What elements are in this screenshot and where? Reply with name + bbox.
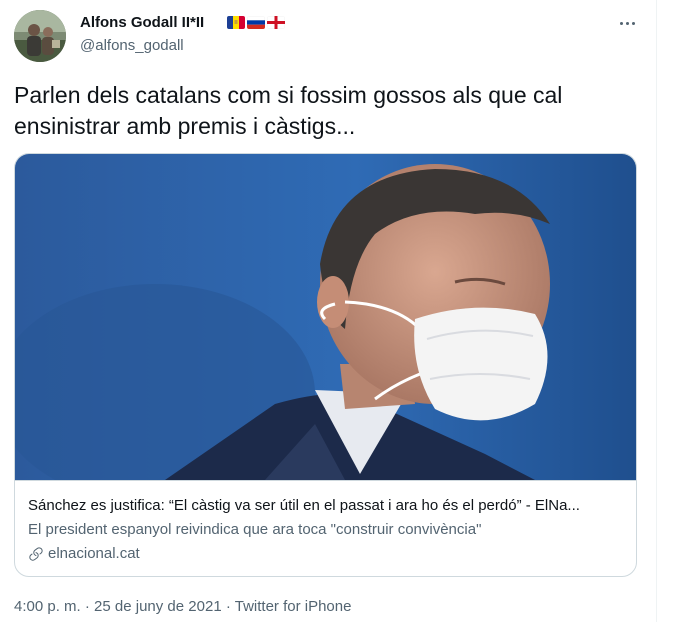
tweet: Alfons Godall II*II @alfons_godall Parle… — [0, 0, 658, 622]
link-icon — [29, 546, 43, 561]
card-domain[interactable]: elnacional.cat — [28, 545, 140, 562]
timeline-border — [656, 0, 657, 622]
tweet-metadata: 4:00 p. m. · 25 de juny de 2021 · Twitte… — [14, 598, 351, 615]
card-title[interactable]: Sánchez es justifica: “El càstig va ser … — [28, 497, 628, 514]
card-body[interactable]: Sánchez es justifica: “El càstig va ser … — [15, 480, 636, 576]
more-options-icon[interactable] — [616, 12, 638, 34]
meta-separator: · — [80, 598, 95, 615]
avatar[interactable] — [14, 10, 66, 62]
card-description[interactable]: El president espanyol reivindica que ara… — [28, 521, 628, 538]
meta-separator: · — [221, 598, 235, 615]
tweet-text: Parlen dels catalans com si fossim gosso… — [14, 82, 563, 139]
card-image[interactable] — [15, 154, 636, 504]
display-name[interactable]: Alfons Godall II*II — [80, 14, 204, 31]
flag-emojis — [227, 16, 285, 29]
tweet-source[interactable]: Twitter for iPhone — [235, 598, 352, 615]
andorra-flag-icon — [227, 16, 245, 29]
link-preview-card[interactable]: Sánchez es justifica: “El càstig va ser … — [14, 153, 637, 577]
russia-flag-icon — [247, 16, 265, 29]
tweet-date[interactable]: 25 de juny de 2021 — [94, 598, 222, 615]
user-handle[interactable]: @alfons_godall — [80, 37, 184, 54]
england-flag-icon — [267, 16, 285, 29]
card-domain-text[interactable]: elnacional.cat — [48, 545, 140, 562]
tweet-time[interactable]: 4:00 p. m. — [14, 598, 81, 615]
